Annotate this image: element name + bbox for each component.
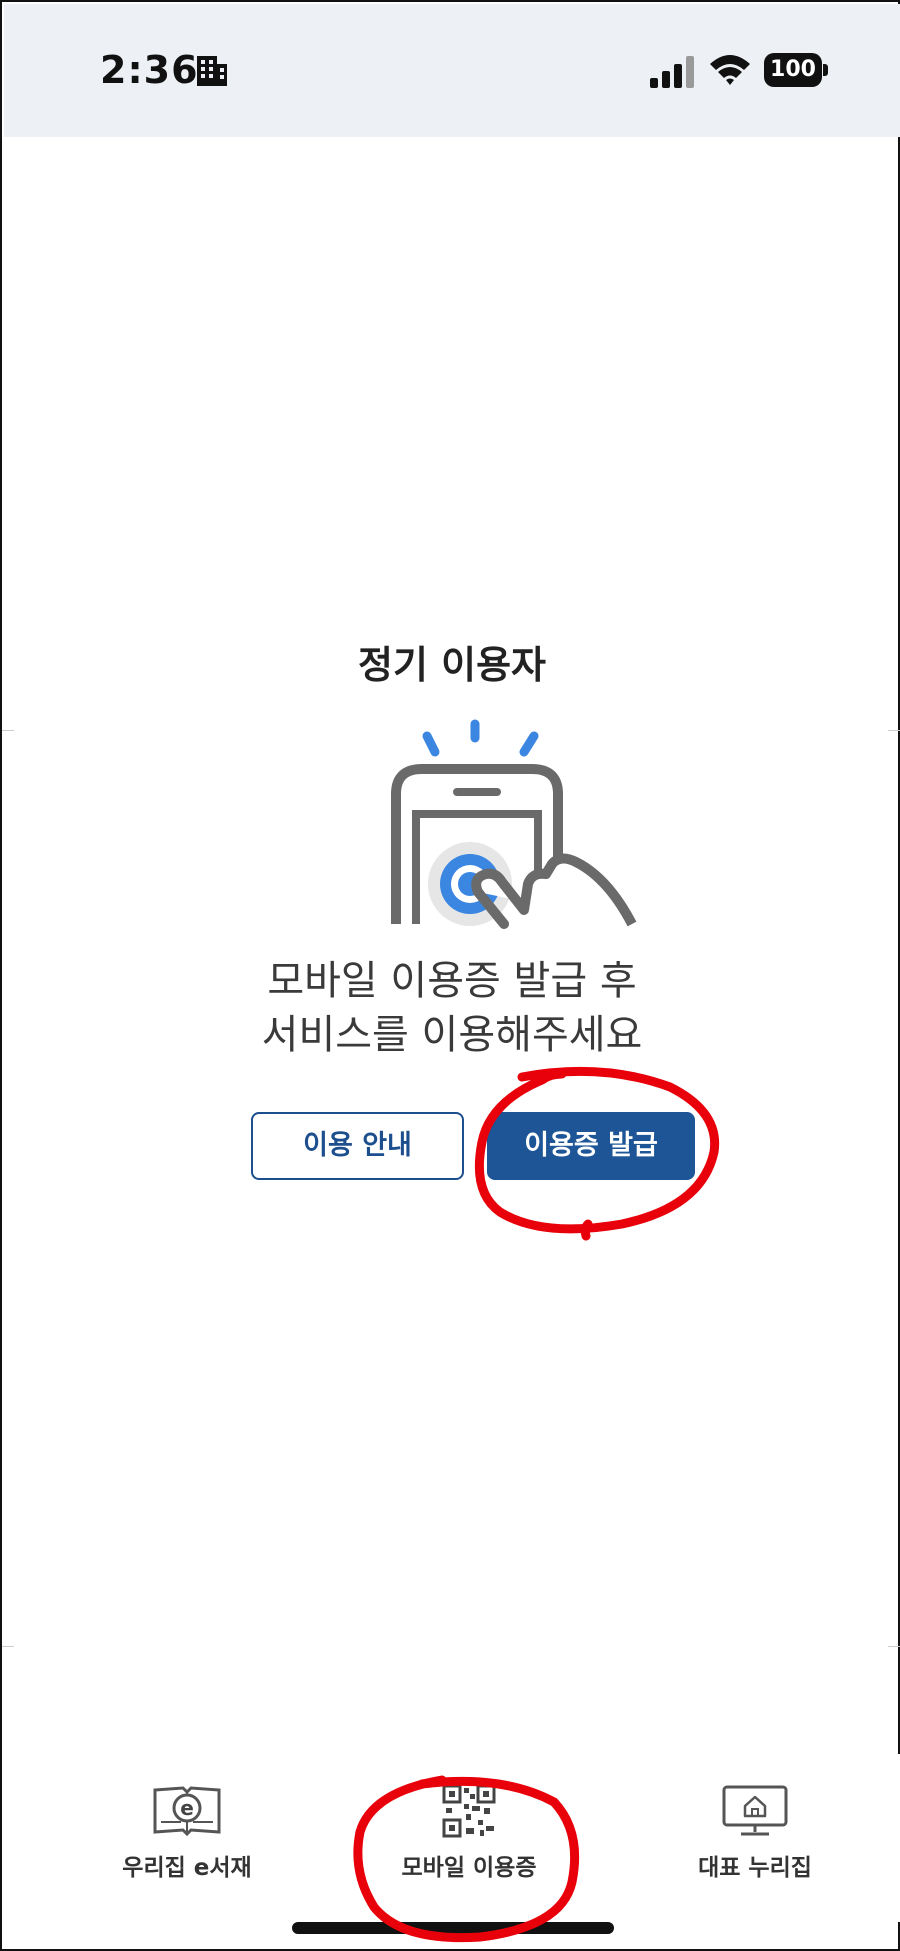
nav-item-ebook[interactable]: e 우리집 e서재 — [77, 1784, 297, 1904]
nav-label-homepage: 대표 누리집 — [698, 1855, 812, 1881]
bottom-nav: e 우리집 e서재 모바일 이용증 대표 누리집 — [4, 1754, 900, 1922]
ebook-icon: e — [153, 1786, 221, 1837]
status-bar: 2:36 100 — [4, 4, 900, 137]
edge-mark — [2, 1646, 14, 1647]
nav-label-ebook: 우리집 e서재 — [122, 1855, 252, 1881]
nav-item-mobile-card[interactable]: 모바일 이용증 — [359, 1784, 579, 1904]
usage-guide-button[interactable]: 이용 안내 — [251, 1112, 464, 1180]
battery-level: 100 — [764, 53, 822, 87]
signal-icon — [650, 56, 694, 88]
battery-icon: 100 — [764, 53, 828, 87]
status-time: 2:36 — [100, 48, 199, 92]
battery-cap — [823, 64, 828, 76]
monitor-home-icon — [722, 1785, 788, 1836]
edge-mark — [888, 1646, 900, 1647]
instruction-message: 모바일 이용증 발급 후 서비스를 이용해주세요 — [2, 954, 900, 1062]
svg-text:e: e — [180, 1796, 194, 1820]
home-indicator[interactable] — [292, 1922, 614, 1934]
page-title: 정기 이용자 — [357, 643, 547, 687]
issue-card-button[interactable]: 이용증 발급 — [487, 1112, 695, 1180]
wifi-icon — [710, 55, 750, 85]
nav-item-homepage[interactable]: 대표 누리집 — [645, 1784, 865, 1904]
screen-frame: 2:36 100 정기 이용자 모바일 이용증 발급 후 서비스를 이용해주세요… — [0, 0, 900, 1951]
message-line-1: 모바일 이용증 발급 후 — [267, 958, 637, 1004]
edge-mark — [888, 730, 900, 731]
edge-mark — [2, 730, 14, 731]
phone-tap-icon — [391, 719, 637, 929]
message-line-2: 서비스를 이용해주세요 — [261, 1012, 643, 1058]
qr-code-icon — [442, 1784, 496, 1838]
building-icon — [197, 56, 227, 86]
nav-label-mobile-card: 모바일 이용증 — [401, 1855, 537, 1881]
